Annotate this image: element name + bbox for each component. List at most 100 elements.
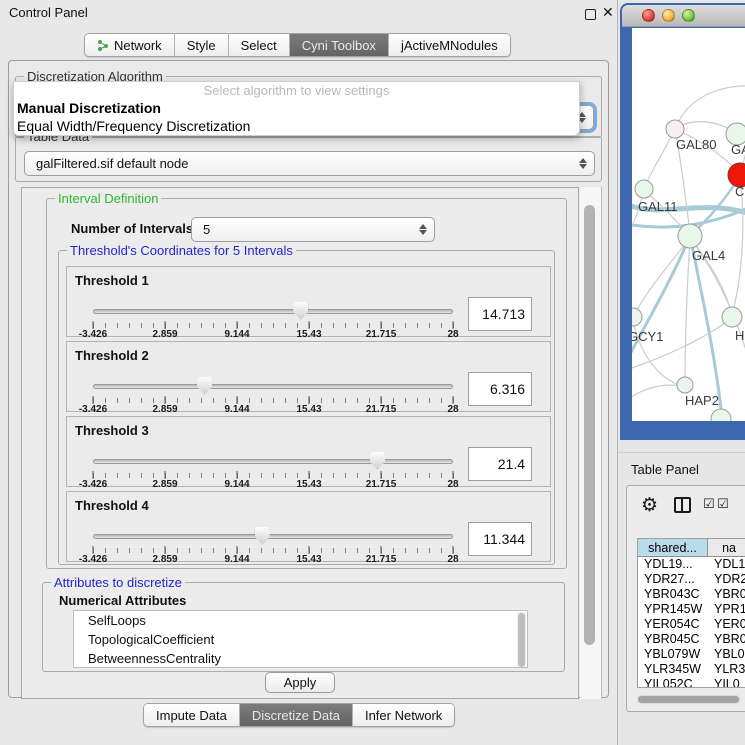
close-icon[interactable]: ✕: [602, 4, 614, 21]
table-cell[interactable]: YDL1: [708, 557, 745, 572]
table-cell[interactable]: YBL079W: [638, 647, 708, 662]
network-edge[interactable]: [634, 238, 690, 315]
settings-scrollbar[interactable]: [580, 187, 602, 699]
close-light-icon[interactable]: [642, 9, 655, 22]
network-node-gal80[interactable]: [666, 120, 684, 138]
tab-discretize-data[interactable]: Discretize Data: [240, 704, 353, 726]
tab-impute-data[interactable]: Impute Data: [144, 704, 240, 726]
table-hscrollbar[interactable]: [637, 695, 741, 704]
table-cell[interactable]: YBR043C: [638, 587, 708, 602]
attribute-item-topologicalcoefficient[interactable]: TopologicalCoefficient: [74, 630, 527, 649]
table-cell[interactable]: YLR345W: [638, 662, 708, 677]
network-node-h[interactable]: [722, 307, 742, 327]
gear-icon[interactable]: ⚙: [641, 494, 658, 517]
slider-thumb[interactable]: [293, 302, 308, 320]
table-cell[interactable]: YPR145W: [638, 602, 708, 617]
slider-tick-label: 21.715: [366, 554, 397, 565]
table-cell[interactable]: YPR1: [708, 602, 745, 617]
network-canvas[interactable]: GAL80GACGAL11GAL4GCY1HHAP2: [632, 28, 745, 421]
dropdown-option-manual-discretization[interactable]: Manual Discretization: [14, 99, 579, 117]
node-table[interactable]: shared...naYDL19...YDL1YDR27...YDR2YBR04…: [637, 538, 745, 688]
threshold-slider[interactable]: -3.4262.8599.14415.4321.71528: [93, 376, 453, 414]
tab-network[interactable]: Network: [85, 34, 175, 56]
slider-major-tick: [309, 396, 310, 404]
table-cell[interactable]: YIL0: [708, 677, 745, 688]
network-node-hap2[interactable]: [677, 377, 693, 393]
numerical-attributes-list[interactable]: SelfLoopsTopologicalCoefficientBetweenne…: [73, 610, 528, 668]
table-cell[interactable]: YBR0: [708, 587, 745, 602]
dropdown-prompt[interactable]: Select algorithm to view settings: [14, 82, 579, 99]
column-header-shared-[interactable]: shared...: [638, 539, 708, 556]
node-label: GA: [731, 142, 745, 157]
tab-cyni-toolbox[interactable]: Cyni Toolbox: [290, 34, 389, 56]
node-label: GAL80: [676, 137, 716, 152]
table-cell[interactable]: YBR045C: [638, 632, 708, 647]
network-node-partial[interactable]: [711, 409, 731, 421]
settings-scroll-area: Interval Definition Number of Intervals …: [21, 187, 603, 699]
table-row[interactable]: YLR345WYLR3: [638, 662, 745, 677]
list-scrollbar[interactable]: [517, 612, 526, 668]
table-row[interactable]: YDR27...YDR2: [638, 572, 745, 587]
attribute-item-betweennesscentrality[interactable]: BetweennessCentrality: [74, 649, 527, 668]
table-cell[interactable]: YIL052C: [638, 677, 708, 688]
table-panel-title: Table Panel: [631, 462, 699, 477]
network-edge[interactable]: [632, 385, 684, 400]
table-cell[interactable]: YER0: [708, 617, 745, 632]
dropdown-option-equal-width-frequency-discretization[interactable]: Equal Width/Frequency Discretization: [14, 117, 579, 135]
number-of-intervals-select[interactable]: 5: [191, 217, 435, 242]
network-window-titlebar[interactable]: [622, 5, 745, 27]
tab-select[interactable]: Select: [229, 34, 290, 56]
network-node-gal11[interactable]: [635, 180, 653, 198]
table-row[interactable]: YIL052CYIL0: [638, 677, 745, 688]
network-edge[interactable]: [645, 129, 675, 188]
slider-major-tick: [165, 471, 166, 479]
float-window-icon[interactable]: [585, 9, 596, 20]
tab-jactivemnodules[interactable]: jActiveMNodules: [389, 34, 510, 56]
network-edge[interactable]: [676, 86, 745, 127]
network-edge[interactable]: [632, 319, 731, 370]
list-scrollbar-thumb[interactable]: [518, 613, 525, 667]
tab-infer-network[interactable]: Infer Network: [353, 704, 454, 726]
minimize-light-icon[interactable]: [662, 9, 675, 22]
slider-tick-label: 15.43: [296, 329, 321, 340]
unselect-all-check-icon[interactable]: ☑: [717, 496, 729, 512]
table-cell[interactable]: YLR3: [708, 662, 745, 677]
threshold-slider[interactable]: -3.4262.8599.14415.4321.71528: [93, 451, 453, 489]
table-cell[interactable]: YDR2: [708, 572, 745, 587]
table-row[interactable]: YBR045CYBR0: [638, 632, 745, 647]
slider-thumb[interactable]: [255, 527, 270, 545]
threshold-slider[interactable]: -3.4262.8599.14415.4321.71528: [93, 526, 453, 564]
threshold-value-field[interactable]: 21.4: [468, 447, 532, 481]
apply-button[interactable]: Apply: [265, 672, 335, 693]
threshold-value-field[interactable]: 6.316: [468, 372, 532, 406]
slider-thumb[interactable]: [370, 452, 385, 470]
table-cell[interactable]: YBR0: [708, 632, 745, 647]
slider-thumb[interactable]: [197, 377, 212, 395]
table-row[interactable]: YER054CYER0: [638, 617, 745, 632]
network-node-gcy1[interactable]: [632, 308, 642, 326]
threshold-value-field[interactable]: 14.713: [468, 297, 532, 331]
table-row[interactable]: YPR145WYPR1: [638, 602, 745, 617]
table-cell[interactable]: YDR27...: [638, 572, 708, 587]
tab-style[interactable]: Style: [175, 34, 229, 56]
zoom-light-icon[interactable]: [682, 9, 695, 22]
right-region: GAL80GACGAL11GAL4GCY1HHAP2 Table Panel ⚙…: [618, 0, 745, 745]
network-node-gal4[interactable]: [678, 224, 702, 248]
threshold-slider[interactable]: -3.4262.8599.14415.4321.71528: [93, 301, 453, 339]
columns-icon[interactable]: [674, 497, 691, 513]
table-row[interactable]: YBL079WYBL0: [638, 647, 745, 662]
table-row[interactable]: YDL19...YDL1: [638, 557, 745, 572]
table-panel-window: ⚙ ☑ ☑ shared...naYDL19...YDL1YDR27...YDR…: [626, 485, 745, 712]
table-row[interactable]: YBR043CYBR0: [638, 587, 745, 602]
table-cell[interactable]: YBL0: [708, 647, 745, 662]
threshold-value-field[interactable]: 11.344: [468, 522, 532, 556]
column-header-na[interactable]: na: [708, 539, 745, 556]
table-cell[interactable]: YER054C: [638, 617, 708, 632]
table-hscrollbar-thumb[interactable]: [638, 696, 739, 703]
table-data-select[interactable]: galFiltered.sif default node: [24, 151, 595, 176]
attribute-item-selfloops[interactable]: SelfLoops: [74, 611, 527, 630]
table-cell[interactable]: YDL19...: [638, 557, 708, 572]
settings-scrollbar-thumb[interactable]: [584, 205, 595, 645]
network-edge[interactable]: [685, 238, 690, 383]
select-all-check-icon[interactable]: ☑: [703, 496, 715, 512]
